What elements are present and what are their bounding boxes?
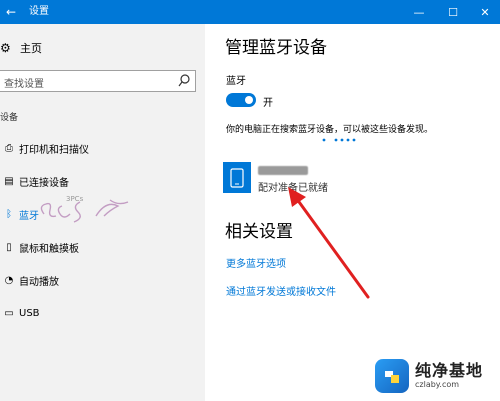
- searching-status: 你的电脑正在搜索蓝牙设备，可以被这些设备发现。: [226, 125, 434, 135]
- sidebar: ⚙ 主页 查找设置 设备 ⎙ 打印机和扫描仪 ▤ 已连接设备 ᛒ 蓝牙 ▯ 鼠标…: [0, 24, 205, 401]
- back-arrow-icon: ←: [5, 5, 17, 19]
- sidebar-item-usb[interactable]: ▭ USB: [0, 302, 205, 324]
- bluetooth-label: 蓝牙: [226, 76, 246, 87]
- back-button[interactable]: ←: [0, 0, 22, 24]
- sidebar-item-label: USB: [19, 307, 40, 319]
- maximize-button[interactable]: ☐: [436, 0, 470, 24]
- brand-logo-icon: [375, 359, 409, 393]
- mouse-icon: ▯: [6, 241, 12, 253]
- brand-watermark: 纯净基地 czlaby.com: [375, 356, 495, 396]
- search-input[interactable]: 查找设置: [0, 70, 196, 92]
- sidebar-item-label: 打印机和扫描仪: [19, 144, 89, 156]
- sidebar-item-home[interactable]: ⚙ 主页: [0, 38, 42, 58]
- sidebar-item-label: 自动播放: [19, 276, 59, 288]
- annotation-arrow: [288, 187, 370, 299]
- toggle-knob: [245, 96, 253, 104]
- device-name-redacted: [258, 166, 308, 175]
- maximize-icon: ☐: [448, 5, 458, 19]
- usb-icon: ▭: [4, 307, 14, 319]
- sidebar-item-label: 鼠标和触摸板: [19, 243, 79, 255]
- device-tile: [223, 162, 251, 193]
- bluetooth-icon: ᛒ: [6, 208, 12, 220]
- gear-icon: ⚙: [0, 41, 11, 55]
- search-placeholder: 查找设置: [4, 79, 44, 90]
- page-title: 管理蓝牙设备: [225, 38, 327, 58]
- window-title: 设置: [29, 6, 49, 17]
- sidebar-item-mouse[interactable]: ▯ 鼠标和触摸板: [0, 236, 205, 258]
- progress-dots: [322, 138, 356, 142]
- brand-url: czlaby.com: [415, 380, 460, 389]
- sidebar-home-label: 主页: [20, 42, 42, 55]
- connected-devices-icon: ▤: [4, 175, 14, 187]
- minimize-button[interactable]: —: [402, 0, 436, 24]
- printer-icon: ⎙: [5, 142, 13, 154]
- minimize-icon: —: [413, 5, 425, 19]
- sidebar-item-autoplay[interactable]: ◔ 自动播放: [0, 269, 205, 291]
- toggle-state-label: 开: [263, 98, 273, 109]
- sidebar-item-connected-devices[interactable]: ▤ 已连接设备: [0, 170, 205, 192]
- sidebar-item-label: 已连接设备: [19, 177, 69, 189]
- autoplay-icon: ◔: [4, 274, 14, 286]
- sidebar-group-label: 设备: [0, 113, 19, 123]
- phone-icon: [230, 167, 244, 188]
- close-icon: ✕: [480, 5, 490, 19]
- close-button[interactable]: ✕: [468, 0, 500, 24]
- watermark-logo: 3PCs: [40, 195, 129, 223]
- bluetooth-toggle[interactable]: [226, 93, 256, 107]
- title-bar: ← 设置 — ☐ ✕: [0, 0, 500, 24]
- sidebar-item-printers[interactable]: ⎙ 打印机和扫描仪: [0, 137, 205, 159]
- more-bluetooth-options-link[interactable]: 更多蓝牙选项: [226, 255, 286, 270]
- brand-name: 纯净基地: [415, 361, 484, 380]
- watermark-mark: 3PCs: [66, 195, 84, 203]
- search-icon: [178, 74, 190, 87]
